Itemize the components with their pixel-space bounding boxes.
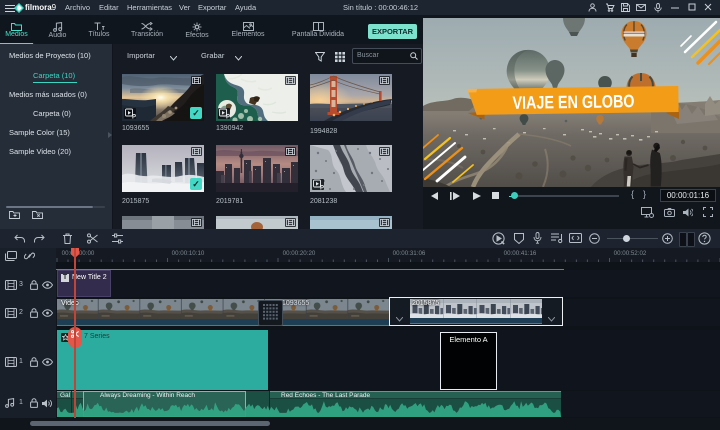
svg-text:VIAJE EN GLOBO: VIAJE EN GLOBO bbox=[512, 91, 634, 113]
svg-text:P: P bbox=[226, 115, 230, 119]
svg-text:P: P bbox=[132, 115, 136, 119]
svg-text:P: P bbox=[320, 186, 324, 190]
